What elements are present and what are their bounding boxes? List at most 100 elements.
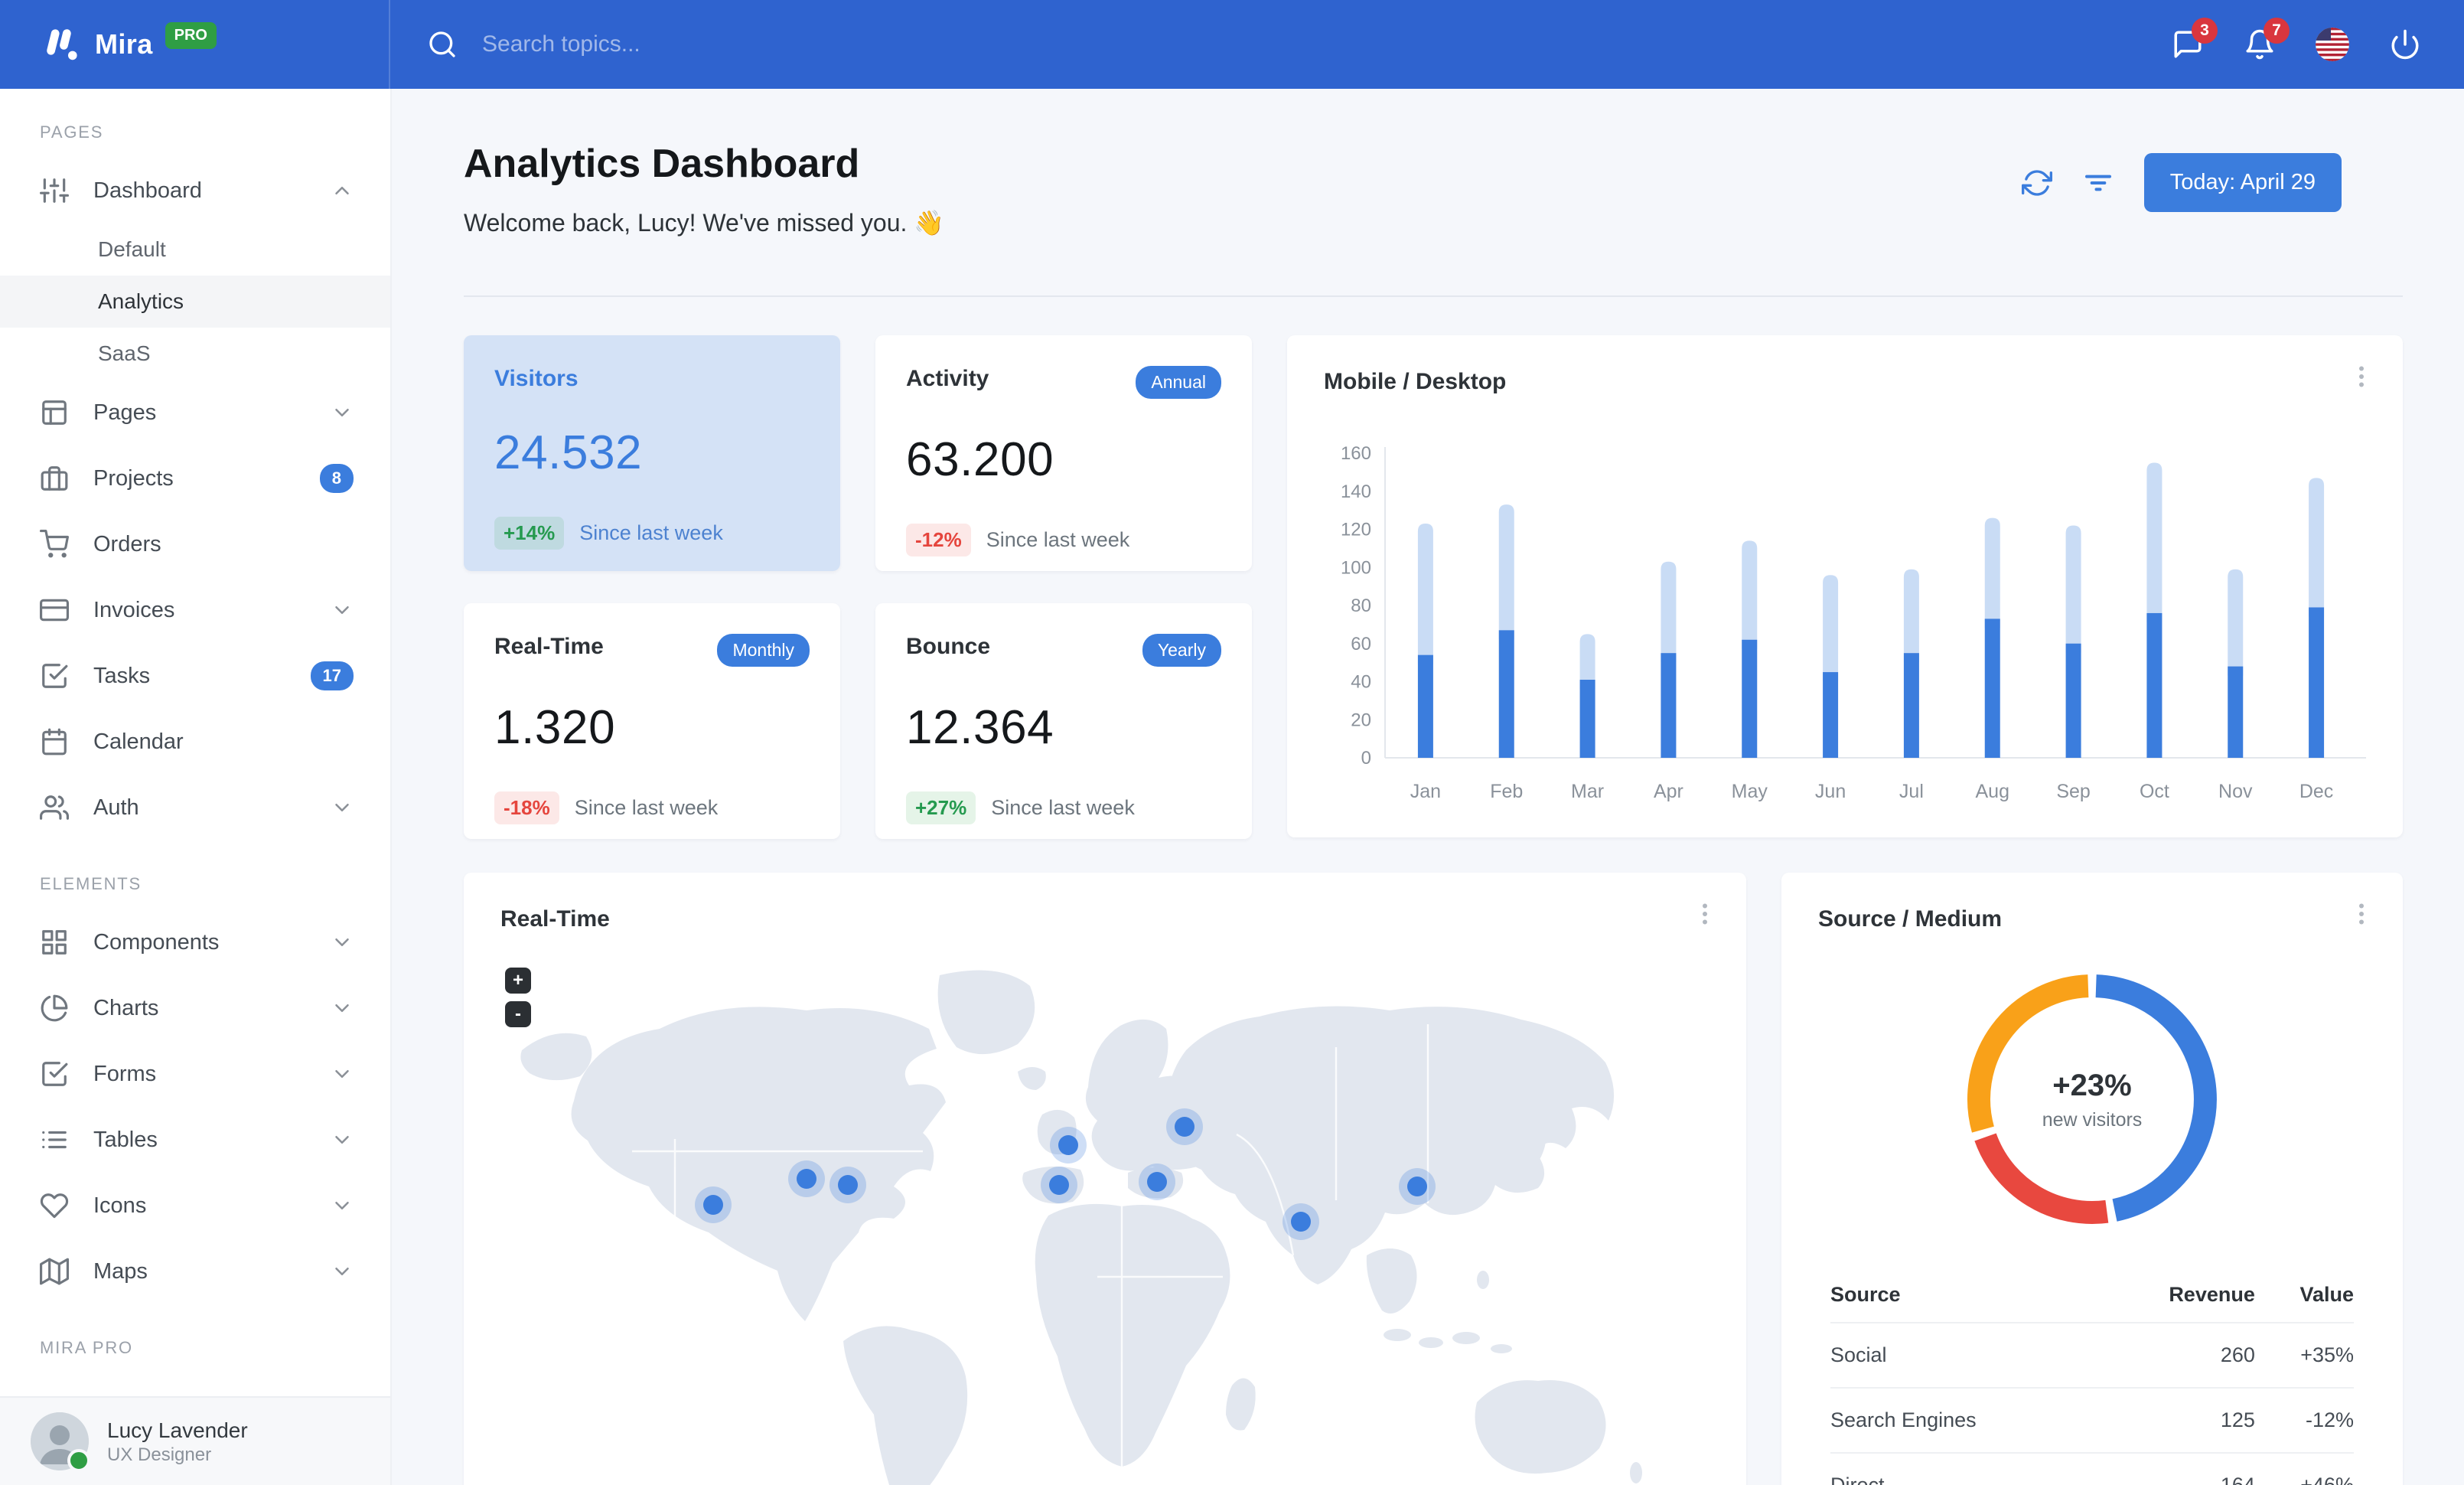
svg-text:120: 120 bbox=[1341, 520, 1371, 540]
sidebar-item-dashboard[interactable]: Dashboard bbox=[0, 158, 390, 224]
brand-name: Mira bbox=[95, 28, 153, 60]
stat-title: Activity bbox=[906, 366, 989, 391]
svg-text:May: May bbox=[1732, 781, 1768, 802]
stat-value: 12.364 bbox=[906, 701, 1054, 754]
sidebar-section-label: MIRA PRO bbox=[40, 1338, 133, 1357]
refresh-icon bbox=[2021, 169, 2052, 196]
list-icon bbox=[42, 1131, 67, 1149]
check-square-icon bbox=[42, 664, 68, 688]
svg-text:Jan: Jan bbox=[1410, 781, 1441, 802]
stat-delta: -18% bbox=[494, 791, 559, 824]
stat-note: Since last week bbox=[991, 796, 1135, 819]
sidebar-item-auth[interactable]: Auth bbox=[0, 775, 390, 840]
svg-text:Jul: Jul bbox=[1899, 781, 1924, 802]
sidebar-item-components[interactable]: Components bbox=[0, 909, 390, 975]
messages-badge: 3 bbox=[2192, 18, 2218, 44]
sidebar-item-tables[interactable]: Tables bbox=[0, 1107, 390, 1173]
svg-text:Aug: Aug bbox=[1976, 781, 2009, 802]
source-medium-card: Source / Medium +23% new visitors Source… bbox=[1781, 873, 2403, 1485]
sidebar-item-label: Maps bbox=[93, 1258, 148, 1284]
sidebar-user[interactable]: Lucy Lavender UX Designer bbox=[0, 1396, 390, 1485]
map-zoom-in-button[interactable]: + bbox=[505, 968, 531, 994]
svg-text:100: 100 bbox=[1341, 557, 1371, 578]
messages-button[interactable]: 3 bbox=[2172, 18, 2218, 60]
sidebar-item-label: Auth bbox=[93, 795, 139, 820]
stat-period-badge[interactable]: Yearly bbox=[1142, 634, 1221, 667]
world-map-svg bbox=[520, 970, 1642, 1485]
svg-text:Dec: Dec bbox=[2299, 781, 2333, 802]
cell-revenue: 164 bbox=[2097, 1452, 2255, 1485]
chevron-down-icon bbox=[335, 409, 349, 416]
stat-period-badge[interactable]: Annual bbox=[1136, 366, 1221, 399]
search-icon bbox=[427, 29, 458, 60]
map-marker bbox=[1049, 1175, 1069, 1195]
table-row: Direct 164 +46% bbox=[1830, 1452, 2354, 1485]
cell-value: +46% bbox=[2254, 1452, 2354, 1485]
svg-text:Mar: Mar bbox=[1571, 781, 1604, 802]
map-marker bbox=[1147, 1172, 1167, 1192]
notifications-badge: 7 bbox=[2264, 18, 2290, 44]
stat-delta: +14% bbox=[494, 517, 565, 550]
sidebar-item-calendar[interactable]: Calendar bbox=[0, 709, 390, 775]
pro-badge: PRO bbox=[165, 21, 217, 49]
sidebar-item-invoices[interactable]: Invoices bbox=[0, 577, 390, 643]
stat-period-badge[interactable]: Monthly bbox=[717, 634, 810, 667]
col-value: Value bbox=[2299, 1283, 2354, 1306]
cell-source: Social bbox=[1830, 1322, 2097, 1388]
chevron-down-icon bbox=[335, 1070, 349, 1078]
sidebar-subitem-default[interactable]: Default bbox=[0, 224, 390, 276]
sidebar-item-tasks[interactable]: Tasks 17 bbox=[0, 643, 390, 709]
sidebar-item-projects[interactable]: Projects 8 bbox=[0, 445, 390, 511]
sidebar-subitem-analytics[interactable]: Analytics bbox=[0, 276, 390, 328]
today-button[interactable]: Today: April 29 bbox=[2143, 153, 2342, 212]
cell-value: -12% bbox=[2254, 1387, 2354, 1453]
notifications-button[interactable]: 7 bbox=[2244, 18, 2290, 60]
briefcase-icon bbox=[41, 466, 68, 491]
sidebar-item-label: Invoices bbox=[93, 597, 175, 622]
stat-note: Since last week bbox=[986, 528, 1130, 551]
calendar-icon bbox=[42, 728, 67, 756]
cell-revenue: 125 bbox=[2097, 1387, 2255, 1453]
search-input[interactable] bbox=[479, 30, 883, 59]
chevron-down-icon bbox=[335, 1202, 349, 1209]
svg-text:Oct: Oct bbox=[2140, 781, 2169, 802]
sidebar-section-label: ELEMENTS bbox=[40, 874, 142, 893]
logout-button[interactable] bbox=[2389, 28, 2421, 60]
mobile-desktop-title: Mobile / Desktop bbox=[1324, 369, 1507, 394]
navbar-actions: 3 7 bbox=[2172, 18, 2464, 61]
us-flag-icon bbox=[2316, 28, 2349, 61]
map-marker bbox=[1175, 1117, 1195, 1137]
avatar bbox=[31, 1412, 90, 1472]
sliders-icon bbox=[40, 178, 69, 203]
mobile-desktop-menu-button[interactable] bbox=[2348, 363, 2375, 390]
refresh-button[interactable] bbox=[2021, 168, 2052, 198]
col-source: Source bbox=[1830, 1283, 1901, 1306]
world-map[interactable] bbox=[479, 955, 1731, 1485]
map-marker bbox=[703, 1195, 723, 1215]
sidebar-item-maps[interactable]: Maps bbox=[0, 1239, 390, 1304]
sidebar-item-label: Calendar bbox=[93, 729, 184, 754]
stat-delta: -12% bbox=[906, 524, 971, 556]
sidebar-item-label: Tables bbox=[93, 1127, 158, 1152]
sidebar-item-forms[interactable]: Forms bbox=[0, 1041, 390, 1107]
filter-button[interactable] bbox=[2083, 168, 2114, 198]
sidebar-section-label: PAGES bbox=[40, 122, 104, 142]
source-medium-menu-button[interactable] bbox=[2348, 900, 2375, 928]
map-zoom-out-button[interactable]: - bbox=[505, 1001, 531, 1027]
top-navbar: Mira PRO 3 7 bbox=[0, 0, 2464, 89]
sidebar-item-label: Components bbox=[93, 929, 220, 955]
sidebar-item-pages[interactable]: Pages bbox=[0, 380, 390, 445]
sidebar-item-label: Pages bbox=[93, 400, 157, 425]
sidebar-item-orders[interactable]: Orders bbox=[0, 511, 390, 577]
sidebar-subitem-saas[interactable]: SaaS bbox=[0, 328, 390, 380]
language-flag-button[interactable] bbox=[2316, 28, 2349, 61]
realtime-title: Real-Time bbox=[500, 906, 610, 932]
stat-value: 1.320 bbox=[494, 701, 616, 754]
sidebar-item-charts[interactable]: Charts bbox=[0, 975, 390, 1041]
user-role: UX Designer bbox=[107, 1444, 212, 1465]
kebab-icon bbox=[2359, 903, 2364, 925]
sidebar-item-icons[interactable]: Icons bbox=[0, 1173, 390, 1239]
brand[interactable]: Mira PRO bbox=[0, 0, 390, 89]
realtime-menu-button[interactable] bbox=[1691, 900, 1719, 928]
grid-icon bbox=[42, 930, 67, 955]
